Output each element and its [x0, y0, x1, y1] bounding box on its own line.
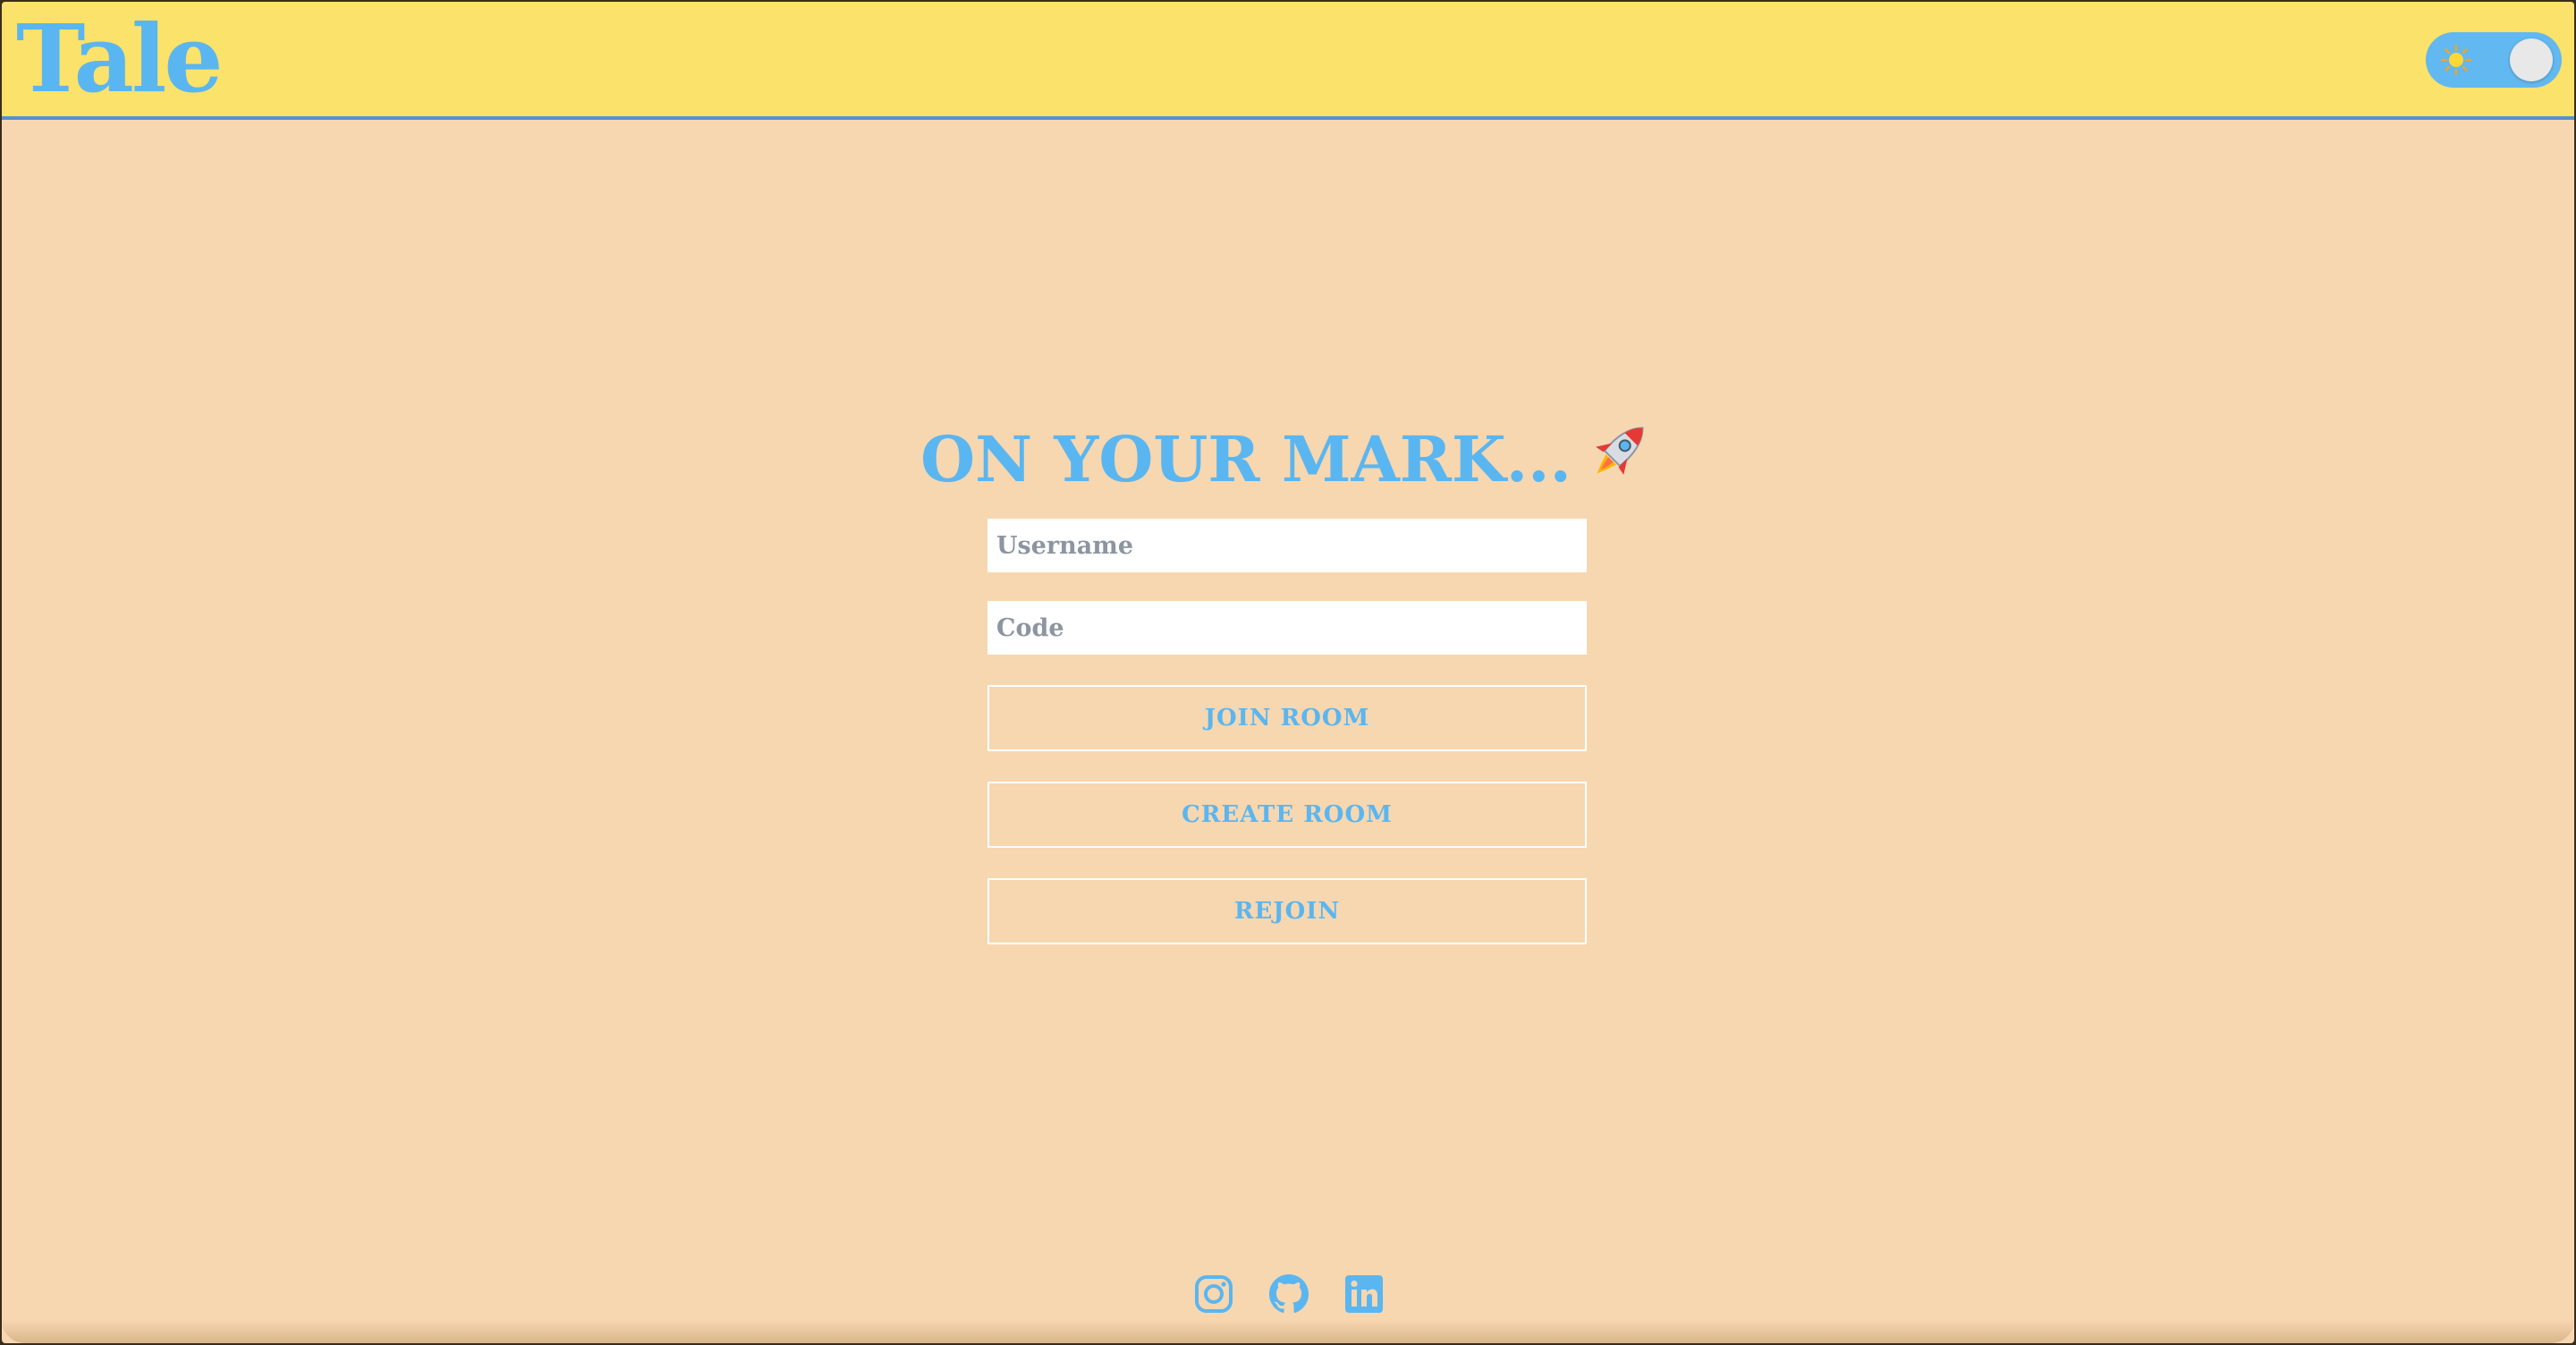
bottom-shadow [2, 1320, 2574, 1343]
app-logo[interactable]: Tale [16, 5, 223, 113]
theme-toggle[interactable] [2426, 32, 2562, 88]
rocket-icon [1596, 427, 1644, 475]
form-title: ON YOUR MARK... [2, 415, 2574, 500]
top-bar: Tale [2, 2, 2574, 120]
instagram-icon[interactable] [1193, 1273, 1234, 1315]
app-window: Tale ON YOUR MARK... Username Code JOIN … [2, 2, 2574, 1343]
join-room-button[interactable]: JOIN ROOM [987, 685, 1587, 751]
username-input[interactable] [987, 519, 1587, 572]
linkedin-icon[interactable] [1343, 1273, 1385, 1315]
code-input[interactable] [987, 601, 1587, 655]
create-room-button[interactable]: CREATE ROOM [987, 782, 1587, 848]
github-icon[interactable] [1268, 1273, 1309, 1315]
sun-icon [2440, 44, 2472, 76]
toggle-knob[interactable] [2510, 38, 2553, 81]
form-title-text: ON YOUR MARK... [920, 422, 1572, 496]
rejoin-button[interactable]: REJOIN [987, 878, 1587, 944]
